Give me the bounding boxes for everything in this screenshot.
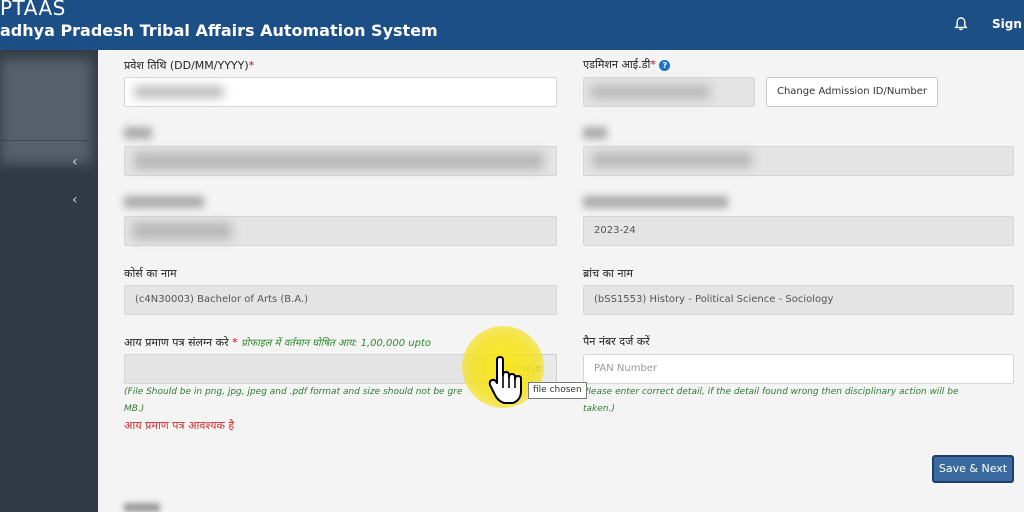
save-next-button[interactable]: Save & Next [932, 455, 1014, 483]
income-certificate-label: आय प्रमाण पत्र संलग्न करे * प्रोफाइल में… [124, 336, 432, 349]
branch-name-input[interactable]: (bSS1553) History - Political Science - … [583, 285, 1014, 315]
session-input[interactable]: 2023-24 [583, 216, 1014, 246]
redacted-value [132, 222, 232, 240]
app-short-name: PTAAS [0, 0, 66, 20]
session-value: 2023-24 [594, 225, 636, 236]
sidebar: ‹ ‹ [0, 50, 98, 512]
branch-name-value: (bSS1553) History - Political Science - … [594, 294, 834, 305]
income-certificate-file-input[interactable] [124, 354, 484, 384]
redacted-label [124, 503, 160, 512]
top-header: PTAAS adhya Pradesh Tribal Affairs Autom… [0, 0, 1024, 50]
chevron-left-icon[interactable]: ‹ [72, 154, 78, 170]
app-full-name: adhya Pradesh Tribal Affairs Automation … [0, 21, 438, 40]
pan-number-label: पैन नंबर दर्ज करें [583, 335, 650, 348]
redacted-label [124, 127, 152, 139]
admission-id-label: एडमिशन आई.डी* ? [583, 57, 671, 72]
course-name-value: (c4N30003) Bachelor of Arts (B.A.) [135, 294, 309, 305]
pan-number-input[interactable]: PAN Number [583, 354, 1014, 384]
redacted-label [583, 196, 728, 208]
bell-icon[interactable] [953, 16, 969, 32]
change-admission-id-button[interactable]: Change Admission ID/Number [766, 77, 938, 107]
pan-placeholder: PAN Number [594, 363, 658, 374]
chevron-left-icon[interactable]: ‹ [72, 192, 78, 208]
branch-name-label: ब्रांच का नाम [583, 267, 633, 280]
redacted-value [134, 152, 544, 170]
course-name-label: कोर्स का नाम [124, 267, 177, 280]
redacted-value [134, 86, 224, 98]
income-hint: प्रोफाइल में वर्तमान घोषित आय: 1,00,000 … [241, 338, 432, 349]
redacted-label [583, 127, 607, 139]
redacted-value [592, 152, 752, 168]
file-chosen-tooltip: file chosen [528, 382, 587, 399]
help-icon[interactable]: ? [659, 59, 671, 71]
course-name-input[interactable]: (c4N30003) Bachelor of Arts (B.A.) [124, 285, 557, 315]
form-area [98, 50, 1024, 512]
income-certificate-error: आय प्रमाण पत्र आवश्यक है [124, 419, 235, 432]
admission-date-label: प्रवेश तिथि (DD/MM/YYYY)* [124, 59, 255, 72]
sidebar-blurred-area [0, 58, 92, 164]
hand-pointer-icon [488, 356, 522, 404]
redacted-label [124, 196, 204, 208]
sign-out-link[interactable]: Sign o [992, 17, 1024, 31]
pan-warning-note: Please enter correct detail, if the deta… [583, 387, 959, 414]
sidebar-divider [0, 140, 98, 141]
redacted-value [590, 85, 710, 99]
